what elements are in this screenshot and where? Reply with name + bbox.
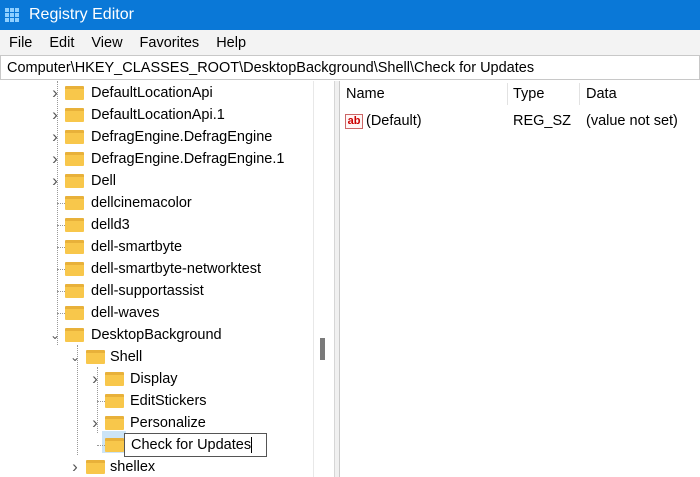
tree-item[interactable]: ⌄ Shell bbox=[0, 346, 313, 368]
chevron-right-icon[interactable]: › bbox=[49, 83, 61, 103]
folder-icon bbox=[105, 394, 124, 408]
value-data: (value not set) bbox=[586, 113, 678, 129]
folder-icon bbox=[65, 262, 84, 276]
menu-file[interactable]: File bbox=[0, 35, 40, 51]
tree-item[interactable]: dell-smartbyte-networktest bbox=[0, 258, 313, 280]
chevron-right-icon[interactable]: › bbox=[49, 105, 61, 125]
tree-guide-line bbox=[57, 225, 65, 226]
folder-icon bbox=[65, 152, 84, 166]
tree-item-label: dellcinemacolor bbox=[91, 195, 192, 211]
title-bar: Registry Editor bbox=[0, 0, 700, 30]
tree-item-label: DefaultLocationApi bbox=[91, 85, 213, 101]
folder-icon bbox=[65, 306, 84, 320]
tree-item[interactable]: › Display bbox=[0, 368, 313, 390]
folder-icon bbox=[65, 86, 84, 100]
tree-item-label: dell-smartbyte-networktest bbox=[91, 261, 262, 277]
window-title: Registry Editor bbox=[29, 6, 134, 23]
menu-help[interactable]: Help bbox=[207, 35, 254, 51]
column-separator[interactable] bbox=[507, 83, 508, 105]
folder-icon bbox=[65, 108, 84, 122]
tree-guide-line bbox=[57, 313, 65, 314]
tree-item-label: dell-smartbyte bbox=[91, 239, 183, 255]
value-name: (Default) bbox=[366, 113, 422, 129]
tree-item[interactable]: dell-waves bbox=[0, 302, 313, 324]
tree-item[interactable]: › shellex bbox=[0, 456, 313, 477]
tree-item-label: Dell bbox=[91, 173, 116, 189]
value-type: REG_SZ bbox=[513, 113, 572, 129]
tree-item[interactable]: delld3 bbox=[0, 214, 313, 236]
text-caret bbox=[251, 437, 253, 454]
tree-guide-line bbox=[57, 269, 65, 270]
folder-icon bbox=[65, 174, 84, 188]
rename-key-input[interactable]: Check for Updates bbox=[124, 433, 267, 457]
tree-item-label: shellex bbox=[110, 459, 156, 475]
folder-icon bbox=[65, 328, 84, 342]
tree-item[interactable]: › DefaultLocationApi.1 bbox=[0, 104, 313, 126]
tree-item[interactable]: › DefragEngine.DefragEngine.1 bbox=[0, 148, 313, 170]
tree-item[interactable]: › Personalize bbox=[0, 412, 313, 434]
menu-favorites[interactable]: Favorites bbox=[131, 35, 208, 51]
tree-item-label: EditStickers bbox=[130, 393, 207, 409]
tree-item-label: delld3 bbox=[91, 217, 130, 233]
column-separator[interactable] bbox=[579, 83, 580, 105]
rename-text: Check for Updates bbox=[131, 437, 252, 453]
string-value-icon: ab bbox=[345, 113, 363, 129]
tree-guide-line bbox=[97, 401, 105, 402]
chevron-right-icon[interactable]: › bbox=[69, 457, 81, 477]
folder-icon bbox=[65, 130, 84, 144]
menu-edit[interactable]: Edit bbox=[40, 35, 82, 51]
value-row[interactable]: ab (Default) REG_SZ (value not set) bbox=[345, 110, 695, 132]
tree-item-label: dell-supportassist bbox=[91, 283, 204, 299]
tree-scrollbar[interactable] bbox=[313, 81, 332, 477]
registry-editor-icon bbox=[5, 8, 19, 22]
folder-icon bbox=[105, 416, 124, 430]
tree-guide-line bbox=[57, 247, 65, 248]
folder-icon bbox=[86, 460, 105, 474]
tree-item-label: DefragEngine.DefragEngine.1 bbox=[91, 151, 285, 167]
column-header-data[interactable]: Data bbox=[586, 81, 617, 107]
column-header-name[interactable]: Name bbox=[346, 81, 385, 107]
tree-item-label: Shell bbox=[110, 349, 143, 365]
tree-item-label: Display bbox=[130, 371, 178, 387]
tree-item[interactable]: › DefaultLocationApi bbox=[0, 82, 313, 104]
tree-item[interactable]: › DefragEngine.DefragEngine bbox=[0, 126, 313, 148]
chevron-right-icon[interactable]: › bbox=[89, 413, 101, 433]
chevron-right-icon[interactable]: › bbox=[89, 369, 101, 389]
tree-item-label: DefragEngine.DefragEngine bbox=[91, 129, 273, 145]
tree-item[interactable]: dellcinemacolor bbox=[0, 192, 313, 214]
chevron-right-icon[interactable]: › bbox=[49, 149, 61, 169]
folder-icon bbox=[65, 284, 84, 298]
tree-item-label: dell-waves bbox=[91, 305, 160, 321]
chevron-right-icon[interactable]: › bbox=[49, 127, 61, 147]
tree-item[interactable]: ⌄ DesktopBackground bbox=[0, 324, 313, 346]
folder-icon bbox=[65, 196, 84, 210]
tree-item[interactable]: dell-smartbyte bbox=[0, 236, 313, 258]
chevron-right-icon[interactable]: › bbox=[49, 171, 61, 191]
folder-icon bbox=[65, 240, 84, 254]
tree-item[interactable]: EditStickers bbox=[0, 390, 313, 412]
folder-icon bbox=[105, 438, 124, 452]
chevron-down-icon[interactable]: ⌄ bbox=[49, 328, 61, 342]
tree-item[interactable]: dell-supportassist bbox=[0, 280, 313, 302]
menu-bar: File Edit View Favorites Help bbox=[0, 30, 700, 55]
tree-item-label: DefaultLocationApi.1 bbox=[91, 107, 225, 123]
folder-icon bbox=[86, 350, 105, 364]
tree-item-label: Personalize bbox=[130, 415, 206, 431]
folder-icon bbox=[65, 218, 84, 232]
tree-guide-line bbox=[57, 291, 65, 292]
tree-item[interactable]: › Dell bbox=[0, 170, 313, 192]
tree-item-label: DesktopBackground bbox=[91, 327, 222, 343]
values-pane[interactable]: Name Type Data ab (Default) REG_SZ (valu… bbox=[340, 81, 700, 477]
folder-icon bbox=[105, 372, 124, 386]
menu-view[interactable]: View bbox=[82, 35, 130, 51]
scrollbar-thumb[interactable] bbox=[320, 338, 325, 360]
column-header-type[interactable]: Type bbox=[513, 81, 544, 107]
tree-guide-line bbox=[57, 203, 65, 204]
address-bar[interactable]: Computer\HKEY_CLASSES_ROOT\DesktopBackgr… bbox=[0, 55, 700, 80]
tree-guide-line bbox=[97, 445, 105, 446]
key-tree[interactable]: › DefaultLocationApi › DefaultLocationApi.1… bbox=[0, 81, 334, 477]
chevron-down-icon[interactable]: ⌄ bbox=[69, 350, 81, 364]
